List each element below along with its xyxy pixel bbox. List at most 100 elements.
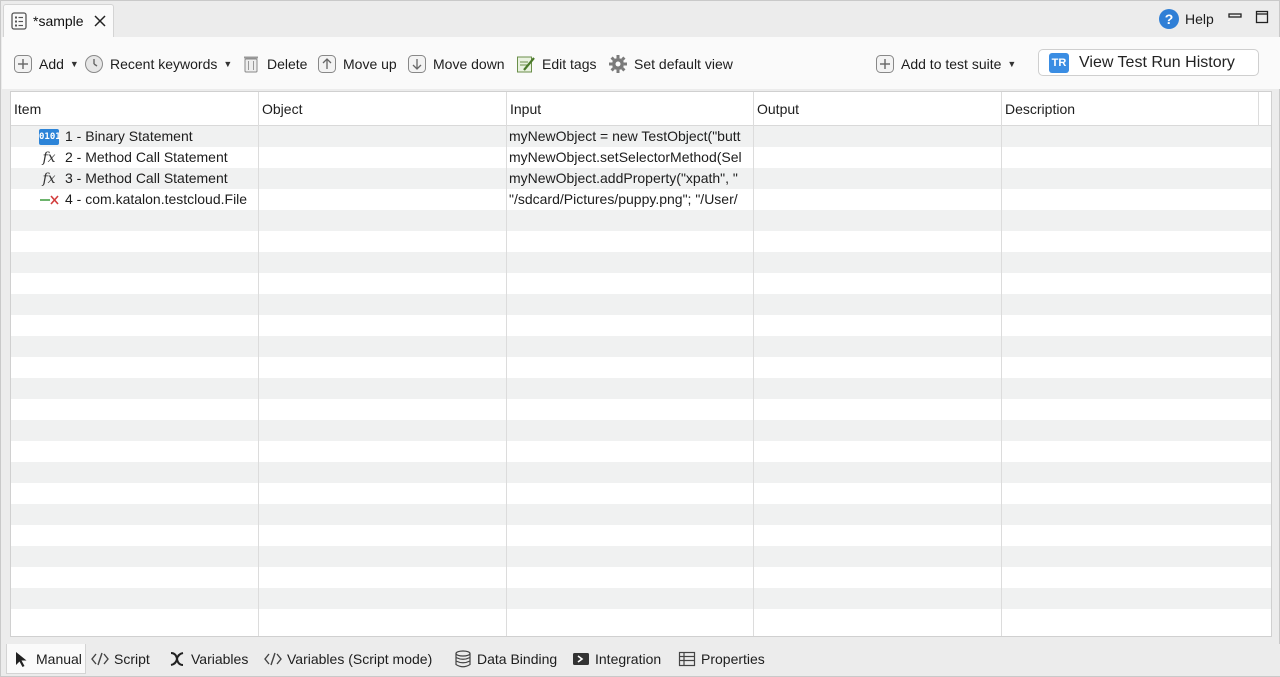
help-label: Help — [1185, 11, 1214, 27]
move-up-button[interactable]: Move up — [317, 53, 397, 75]
recent-keywords-button[interactable]: Recent keywords ▼ — [84, 53, 232, 75]
item-label: 3 - Method Call Statement — [65, 170, 228, 186]
table-row[interactable]: 0101 1 - Binary Statement myNewObject = … — [11, 126, 1271, 147]
object-cell[interactable] — [261, 168, 505, 189]
table-row[interactable]: fx 2 - Method Call Statement myNewObject… — [11, 147, 1271, 168]
edit-tags-icon — [517, 56, 535, 73]
output-cell[interactable] — [756, 168, 1000, 189]
input-cell[interactable]: myNewObject = new TestObject("butt — [509, 126, 752, 147]
empty-table-row[interactable] — [11, 588, 1271, 609]
variable-x-icon — [170, 652, 184, 666]
input-cell[interactable]: "/sdcard/Pictures/puppy.png"; "/User/ — [509, 189, 752, 210]
table-row[interactable]: 4 - com.katalon.testcloud.File "/sdcard/… — [11, 189, 1271, 210]
empty-table-row[interactable] — [11, 315, 1271, 336]
empty-table-row[interactable] — [11, 294, 1271, 315]
view-test-run-history-button[interactable]: TR View Test Run History — [1038, 49, 1259, 76]
tab-label: Data Binding — [477, 651, 558, 667]
description-cell[interactable] — [1004, 126, 1254, 147]
empty-table-row[interactable] — [11, 252, 1271, 273]
output-cell[interactable] — [756, 189, 1000, 210]
minimize-icon[interactable] — [1228, 10, 1242, 24]
input-cell[interactable]: myNewObject.addProperty("xpath", " — [509, 168, 752, 189]
trash-icon — [244, 56, 258, 73]
empty-table-row[interactable] — [11, 357, 1271, 378]
tab-label: Script — [114, 651, 150, 667]
empty-table-row[interactable] — [11, 567, 1271, 588]
tab-label: Properties — [701, 651, 765, 667]
tab-manual[interactable]: Manual — [6, 644, 86, 674]
object-cell[interactable] — [261, 126, 505, 147]
edit-tags-label: Edit tags — [542, 56, 597, 72]
column-separator — [1001, 92, 1002, 636]
close-icon[interactable] — [93, 14, 107, 28]
item-cell: 4 - com.katalon.testcloud.File — [39, 189, 259, 210]
empty-table-row[interactable] — [11, 483, 1271, 504]
add-label: Add — [39, 56, 64, 72]
description-cell[interactable] — [1004, 147, 1254, 168]
view-test-run-history-label: View Test Run History — [1079, 53, 1235, 71]
help-button[interactable]: ? Help — [1159, 9, 1214, 29]
clock-icon — [85, 55, 103, 73]
object-cell[interactable] — [261, 147, 505, 168]
empty-table-row[interactable] — [11, 210, 1271, 231]
tab-integration[interactable]: Integration — [572, 644, 661, 674]
column-header-output[interactable]: Output — [754, 92, 1001, 126]
table-header: Item Object Input Output Description — [11, 92, 1271, 126]
empty-table-row[interactable] — [11, 546, 1271, 567]
input-cell[interactable]: myNewObject.setSelectorMethod(Sel — [509, 147, 752, 168]
move-down-label: Move down — [433, 56, 505, 72]
item-cell: fx 2 - Method Call Statement — [39, 147, 259, 168]
item-cell: 0101 1 - Binary Statement — [39, 126, 259, 147]
code-icon — [264, 652, 282, 666]
editor-tab-bar: *sample ? Help — [1, 1, 1279, 37]
add-to-test-suite-button[interactable]: Add to test suite ▼ — [875, 53, 1016, 75]
output-cell[interactable] — [756, 147, 1000, 168]
tab-properties[interactable]: Properties — [678, 644, 765, 674]
table-row[interactable]: fx 3 - Method Call Statement myNewObject… — [11, 168, 1271, 189]
tab-variables-script-mode[interactable]: Variables (Script mode) — [264, 644, 432, 674]
description-cell[interactable] — [1004, 189, 1254, 210]
empty-table-row[interactable] — [11, 609, 1271, 630]
empty-table-row[interactable] — [11, 504, 1271, 525]
column-separator — [1258, 92, 1259, 126]
empty-table-row[interactable] — [11, 273, 1271, 294]
empty-table-row[interactable] — [11, 336, 1271, 357]
column-header-description[interactable]: Description — [1002, 92, 1257, 126]
editor-tab-title: *sample — [33, 13, 84, 29]
empty-table-row[interactable] — [11, 441, 1271, 462]
delete-button[interactable]: Delete — [241, 53, 307, 75]
item-label: 4 - com.katalon.testcloud.File — [65, 191, 248, 207]
edit-tags-button[interactable]: Edit tags — [516, 53, 596, 75]
cursor-icon — [16, 651, 27, 667]
test-steps-table: Item Object Input Output Description 010… — [10, 91, 1272, 637]
empty-table-row[interactable] — [11, 525, 1271, 546]
object-cell[interactable] — [261, 189, 505, 210]
empty-table-row[interactable] — [11, 399, 1271, 420]
column-header-object[interactable]: Object — [259, 92, 506, 126]
empty-table-row[interactable] — [11, 420, 1271, 441]
testops-logo-icon: TR — [1049, 52, 1069, 73]
gear-icon — [609, 55, 627, 73]
tab-variables[interactable]: Variables — [168, 644, 248, 674]
move-down-button[interactable]: Move down — [407, 53, 505, 75]
empty-table-row[interactable] — [11, 231, 1271, 252]
delete-label: Delete — [267, 56, 308, 72]
maximize-icon[interactable] — [1255, 10, 1269, 24]
column-separator — [506, 92, 507, 636]
tab-label: Variables (Script mode) — [287, 651, 433, 667]
output-cell[interactable] — [756, 126, 1000, 147]
chevron-down-icon: ▼ — [1007, 59, 1017, 69]
set-default-view-label: Set default view — [634, 56, 733, 72]
set-default-view-button[interactable]: Set default view — [608, 53, 733, 75]
tab-script[interactable]: Script — [91, 644, 150, 674]
column-header-item[interactable]: Item — [11, 92, 258, 126]
tab-data-binding[interactable]: Data Binding — [454, 644, 557, 674]
table-icon — [678, 651, 696, 667]
empty-table-row[interactable] — [11, 378, 1271, 399]
column-header-input[interactable]: Input — [507, 92, 754, 126]
empty-table-row[interactable] — [11, 462, 1271, 483]
database-icon — [455, 650, 471, 668]
description-cell[interactable] — [1004, 168, 1254, 189]
editor-tab-sample[interactable]: *sample — [3, 4, 114, 37]
add-button[interactable]: Add ▼ — [13, 53, 79, 75]
